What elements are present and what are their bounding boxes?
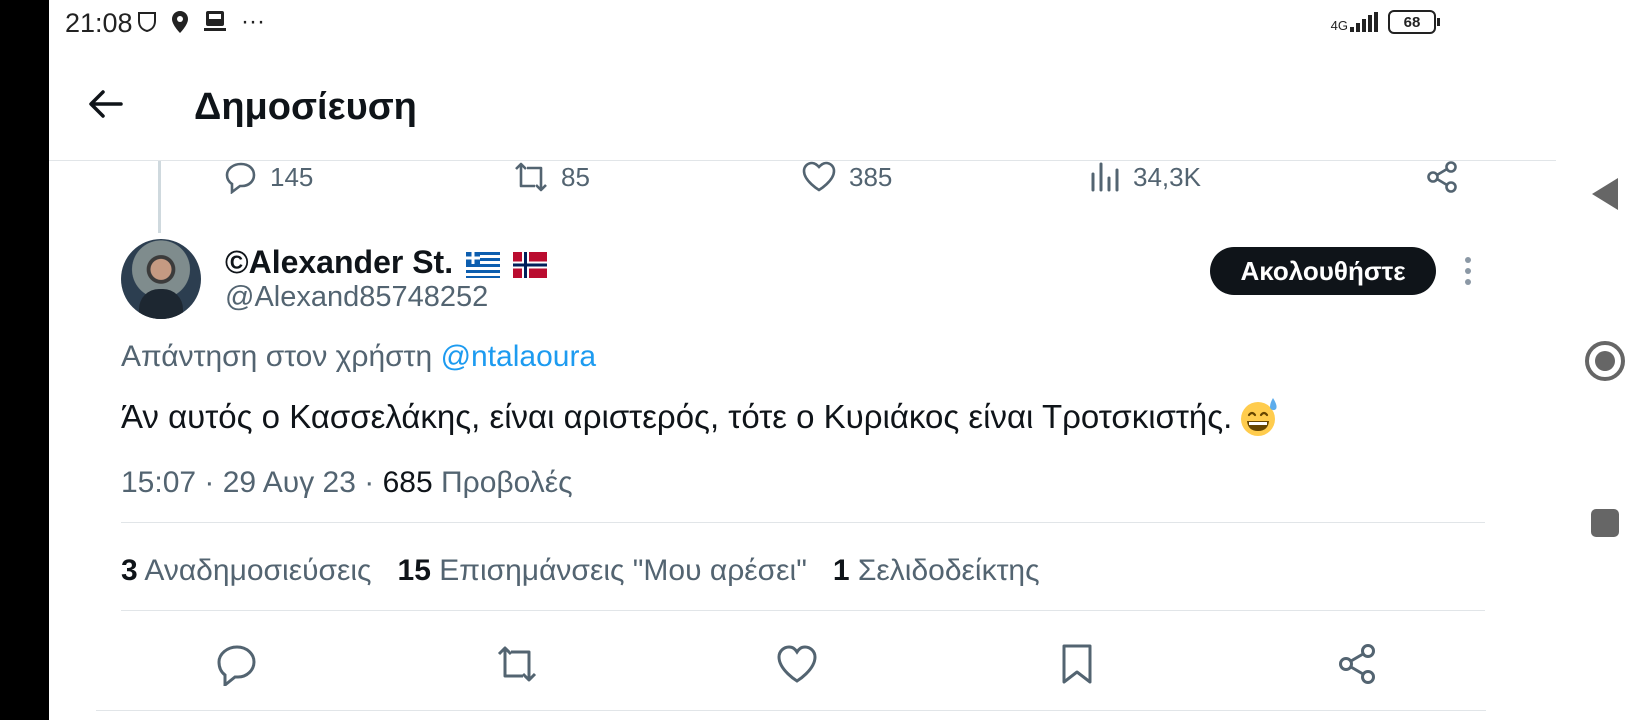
divider-bottom <box>121 610 1485 611</box>
page-title: Δημοσίευση <box>194 86 417 128</box>
battery-icon: 68 <box>1388 10 1440 34</box>
reply-context: Απάντηση στον χρήστη @ntalaoura <box>121 340 596 374</box>
avatar[interactable] <box>121 239 201 319</box>
author-display-name: ©Alexander St. <box>225 244 454 280</box>
battery-level: 68 <box>1403 13 1421 31</box>
repost-icon <box>515 162 547 192</box>
status-bar: 21:08 ··· 4G 68 <box>49 0 1556 50</box>
heart-icon <box>802 161 836 192</box>
nav-home-icon[interactable] <box>1584 340 1626 382</box>
views-metric[interactable]: 34,3K <box>1089 160 1201 194</box>
network-type: 4G <box>1330 18 1348 33</box>
views-count: 34,3K <box>1133 161 1201 192</box>
likes-stat-count: 15 <box>397 554 431 587</box>
engagement-stats: 3 Αναδημοσιεύσεις 15 Επισημάνσεις "Μου α… <box>121 554 1040 588</box>
norway-flag-icon <box>512 251 547 278</box>
reply-icon[interactable] <box>215 642 259 686</box>
author-name[interactable]: ©Alexander St. <box>225 244 547 281</box>
arrow-left-icon[interactable] <box>85 84 125 124</box>
like-count: 385 <box>849 161 893 192</box>
shield-icon <box>138 12 156 33</box>
bookmarks-stat-count: 1 <box>832 554 850 587</box>
reposts-stat[interactable]: 3 Αναδημοσιεύσεις <box>121 554 372 588</box>
reply-icon <box>225 162 256 194</box>
repost-count: 85 <box>561 161 590 192</box>
repost-metric[interactable]: 85 <box>513 160 590 194</box>
status-time: 21:08 <box>65 8 133 38</box>
views-label: Προβολές <box>440 466 573 499</box>
reply-prefix: Απάντηση στον χρήστη <box>121 340 433 373</box>
more-options-icon[interactable] <box>1462 256 1474 286</box>
left-black-edge <box>0 0 49 720</box>
share-metric[interactable] <box>1425 160 1459 194</box>
author-handle[interactable]: @Alexand85748252 <box>225 281 488 314</box>
likes-stat-label: Επισημάνσεις "Μου αρέσει" <box>439 554 807 587</box>
views-number: 685 <box>382 466 433 499</box>
tweet-body: Άν αυτός ο Κασσελάκης, είναι αριστερός, … <box>121 396 1280 438</box>
repost-icon[interactable] <box>495 642 539 686</box>
action-bar <box>49 638 1556 688</box>
likes-stat[interactable]: 15 Επισημάνσεις "Μου αρέσει" <box>398 554 807 588</box>
tweet-timestamp: 15:07 · 29 Αυγ 23 · <box>121 466 375 499</box>
bookmark-icon[interactable] <box>1055 642 1099 686</box>
reposts-stat-label: Αναδημοσιεύσεις <box>144 554 372 587</box>
more-dots-icon: ··· <box>241 8 265 35</box>
location-icon <box>172 11 188 33</box>
tweet-text: Άν αυτός ο Κασσελάκης, είναι αριστερός, … <box>121 398 1233 435</box>
signal-icon: 4G <box>1331 12 1380 32</box>
views-chart-icon <box>1091 162 1119 192</box>
share-icon <box>1427 161 1457 193</box>
reply-count: 145 <box>270 161 314 192</box>
status-icons: ··· <box>137 8 265 36</box>
follow-button[interactable]: Ακολουθήστε <box>1210 247 1436 295</box>
bookmarks-stat[interactable]: 1 Σελιδοδείκτης <box>833 554 1040 588</box>
nav-back-icon[interactable] <box>1590 176 1620 212</box>
train-icon <box>204 11 226 31</box>
android-nav-bar <box>1556 0 1650 720</box>
bookmarks-stat-label: Σελιδοδείκτης <box>857 554 1040 587</box>
share-icon[interactable] <box>1335 642 1379 686</box>
grinning-sweat-emoji-icon <box>1241 398 1277 436</box>
reposts-stat-count: 3 <box>121 554 138 587</box>
tweet-meta: 15:07 · 29 Αυγ 23 · 685 Προβολές <box>121 466 573 500</box>
reply-mention-link[interactable]: @ntalaoura <box>441 340 597 373</box>
like-metric[interactable]: 385 <box>801 160 892 194</box>
greece-flag-icon <box>465 251 500 278</box>
nav-recents-icon[interactable] <box>1590 508 1620 538</box>
reply-metric[interactable]: 145 <box>224 160 313 194</box>
heart-icon[interactable] <box>775 642 819 686</box>
bottom-divider <box>96 710 1486 711</box>
divider-top <box>121 522 1485 523</box>
parent-tweet-metrics: 145 85 385 34,3K <box>49 160 1556 202</box>
top-app-bar: Δημοσίευση <box>49 58 1556 161</box>
status-right: 4G 68 <box>1331 10 1440 34</box>
